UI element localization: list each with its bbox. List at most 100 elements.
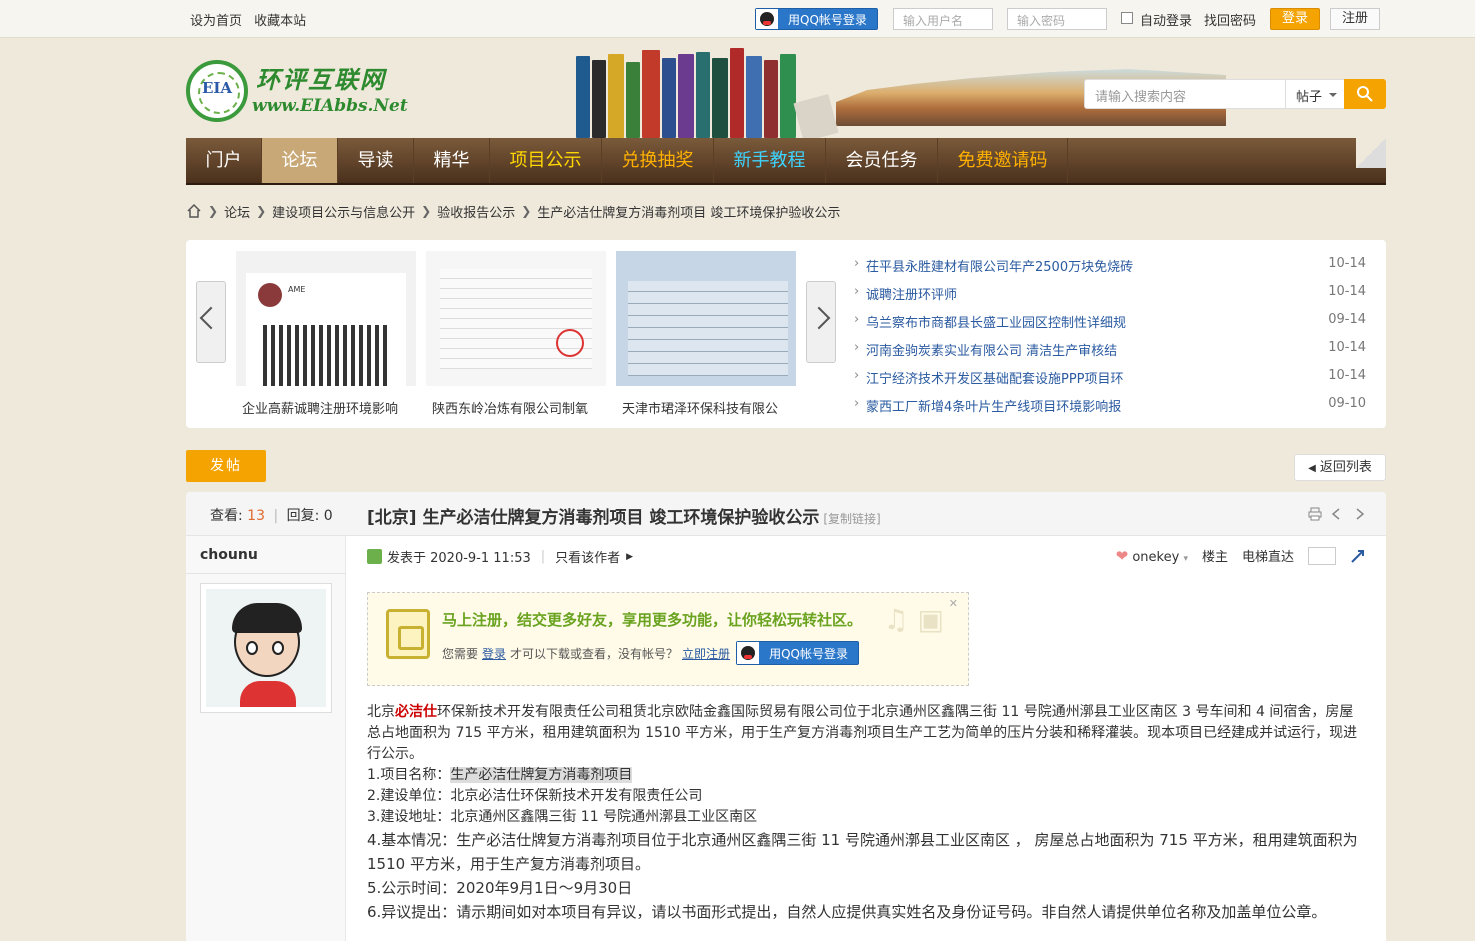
image-icon — [367, 549, 382, 564]
list-item[interactable]: 江宁经济技术开发区基础配套设施PPP项目环10-14 — [854, 368, 1366, 396]
slide-image[interactable]: AME — [236, 251, 416, 386]
home-icon[interactable] — [186, 203, 202, 219]
chevron-right-icon: ❯ — [208, 204, 219, 218]
main-nav: 门户 论坛 导读 精华 项目公示 兑换抽奖 新手教程 会员任务 免费邀请码 — [186, 138, 1386, 185]
view-count: 13 — [247, 508, 265, 524]
nav-invite-code[interactable]: 免费邀请码 — [938, 138, 1068, 183]
new-post-button[interactable]: 发帖 — [186, 450, 266, 482]
breadcrumb-subsection[interactable]: 验收报告公示 — [437, 202, 515, 221]
thread-stats: 查看: 13 | 回复: 0 — [210, 508, 333, 524]
notice-login-link[interactable]: 登录 — [482, 645, 506, 662]
nav-guide[interactable]: 导读 — [338, 138, 414, 183]
qq-icon — [756, 9, 778, 29]
breadcrumb-current[interactable]: 生产必洁仕牌复方消毒剂项目 竣工环境保护验收公示 — [537, 202, 840, 221]
list-item[interactable]: 河南金驹炭素实业有限公司 清洁生产审核结10-14 — [854, 340, 1366, 368]
chevron-right-icon: ❯ — [421, 204, 432, 218]
lock-icon — [386, 609, 430, 659]
top-links: 设为首页 收藏本站 — [190, 10, 314, 29]
nav-tutorial[interactable]: 新手教程 — [714, 138, 826, 183]
slide-caption[interactable]: 企业高薪诚聘注册环境影响 — [242, 398, 424, 417]
content-line: 2.建设单位：北京必洁仕环保新技术开发有限责任公司 — [367, 788, 703, 804]
nav-tasks[interactable]: 会员任务 — [826, 138, 938, 183]
nav-digest[interactable]: 精华 — [414, 138, 490, 183]
search-input[interactable]: 请输入搜索内容 — [1095, 86, 1186, 105]
notice-text: 您需要 登录 才可以下载或查看，没有帐号？ 立即注册 用QQ帐号登录 — [442, 641, 859, 665]
breadcrumb-forum[interactable]: 论坛 — [224, 202, 250, 221]
login-notice: 马上注册，结交更多好友，享用更多功能，让你轻松玩转社区。 您需要 登录 才可以下… — [367, 592, 969, 686]
print-icon[interactable] — [1308, 507, 1322, 521]
notice-headline: 马上注册，结交更多好友，享用更多功能，让你轻松玩转社区。 — [442, 611, 863, 629]
notice-qq-login-button[interactable]: 用QQ帐号登录 — [736, 641, 859, 665]
floor-jump-input[interactable] — [1308, 546, 1336, 565]
nav-lottery[interactable]: 兑换抽奖 — [602, 138, 714, 183]
bookmark-link[interactable]: 收藏本站 — [254, 14, 306, 29]
post-meta: 发表于 2020-9-1 11:53 | 只看该作者 ▶ — [367, 547, 633, 566]
top-bar: 设为首页 收藏本站 用QQ帐号登录 输入用户名 输入密码 自动登录 找回密码 登… — [0, 0, 1475, 38]
site-logo[interactable]: EIA 环评互联网 www.EIAbbs.Net — [186, 58, 408, 124]
search-box: 请输入搜索内容 帖子 — [1084, 79, 1386, 109]
register-button[interactable]: 注册 — [1330, 8, 1380, 30]
author-name[interactable]: chounu — [200, 547, 258, 563]
search-icon — [1357, 86, 1373, 102]
copy-link-button[interactable]: [复制链接] — [823, 512, 880, 526]
auto-login-label: 自动登录 — [1140, 14, 1193, 29]
set-home-link[interactable]: 设为首页 — [190, 14, 242, 29]
content-paragraph: 北京必洁仕环保新技术开发有限责任公司租赁北京欧陆金鑫国际贸易有限公司位于北京通州… — [367, 704, 1358, 762]
heart-icon: ❤ — [1115, 546, 1129, 565]
qq-login-button[interactable]: 用QQ帐号登录 — [755, 8, 878, 30]
nav-project-notice[interactable]: 项目公示 — [490, 138, 602, 183]
avatar[interactable] — [200, 583, 332, 713]
thread-header: 查看: 13 | 回复: 0 [北京] 生产必洁仕牌复方消毒剂项目 竣工环境保护… — [186, 492, 1386, 536]
slide-caption[interactable]: 天津市珺泽环保科技有限公 — [622, 398, 804, 417]
nav-portal[interactable]: 门户 — [186, 138, 262, 183]
find-password-link[interactable]: 找回密码 — [1204, 10, 1256, 29]
search-scope-select[interactable]: 帖子 — [1285, 80, 1345, 108]
list-item[interactable]: 茌平县永胜建材有限公司年产2500万块免烧砖10-14 — [854, 256, 1366, 284]
logo-name: 环评互联网 — [256, 65, 386, 94]
slide-image[interactable] — [426, 251, 606, 386]
go-icon[interactable] — [1350, 548, 1366, 564]
content-line: 3.建设地址：北京通州区鑫隅三街 11 号院通州漷县工业区南区 — [367, 809, 758, 825]
prev-thread-icon[interactable] — [1330, 507, 1344, 521]
slide-caption[interactable]: 陕西东岭冶炼有限公司制氧 — [432, 398, 614, 417]
caret-right-icon: ▶ — [626, 551, 634, 562]
chevron-left-icon — [199, 306, 223, 330]
logo-badge: EIA — [201, 79, 233, 97]
search-button[interactable] — [1344, 79, 1386, 109]
breadcrumb-section[interactable]: 建设项目公示与信息公开 — [272, 202, 415, 221]
chevron-right-icon: ❯ — [521, 204, 532, 218]
only-author-link[interactable]: 只看该作者 — [555, 547, 620, 566]
slider-prev-button[interactable] — [196, 281, 226, 363]
post-meta-right: ❤ onekey ▾ 楼主 电梯直达 — [1116, 546, 1366, 565]
elevator-label: 电梯直达 — [1241, 550, 1294, 565]
nav-corner-fold — [1356, 138, 1386, 168]
list-item[interactable]: 诚聘注册环评师10-14 — [854, 284, 1366, 312]
chevron-right-icon: ❯ — [256, 204, 267, 218]
reply-count: 0 — [323, 508, 333, 524]
list-item[interactable]: 蒙西工厂新增4条叶片生产线项目环境影响报09-10 — [854, 396, 1366, 424]
content-line: 5.公示时间：2020年9月1日～9月30日 — [367, 879, 633, 897]
notice-register-link[interactable]: 立即注册 — [682, 645, 730, 662]
chevron-right-icon — [807, 306, 831, 330]
content-line: 4.基本情况：生产必洁仕牌复方消毒剂项目位于北京通州区鑫隅三街 11 号院通州漷… — [367, 831, 1358, 873]
thread-panel: 查看: 13 | 回复: 0 [北京] 生产必洁仕牌复方消毒剂项目 竣工环境保护… — [186, 492, 1386, 941]
username-input[interactable]: 输入用户名 — [893, 8, 993, 30]
next-thread-icon[interactable] — [1352, 507, 1366, 521]
logo-url: www.EIAbbs.Net — [252, 96, 408, 116]
close-icon[interactable]: ✕ — [949, 597, 958, 610]
media-decoration-icon: ♫ ▣ — [883, 603, 944, 636]
user-menu[interactable]: ❤ onekey ▾ — [1116, 547, 1188, 565]
password-input[interactable]: 输入密码 — [1007, 8, 1107, 30]
slider-next-button[interactable] — [806, 281, 836, 363]
back-to-list-button[interactable]: ◀ 返回列表 — [1294, 454, 1386, 481]
auto-login-checkbox[interactable] — [1121, 12, 1133, 24]
featured-slider: AME 企业高薪诚聘注册环境影响 陕西东岭冶炼有限公司制氧 天津市珺泽环保科技有… — [186, 240, 1386, 428]
list-item[interactable]: 乌兰察布市商都县长盛工业园区控制性详细规09-14 — [854, 312, 1366, 340]
nav-forum[interactable]: 论坛 — [262, 138, 338, 183]
post-content: 北京必洁仕环保新技术开发有限责任公司租赁北京欧陆金鑫国际贸易有限公司位于北京通州… — [367, 702, 1367, 924]
content-line: 1.项目名称：生产必洁仕牌复方消毒剂项目 — [367, 767, 633, 783]
author-sidebar: chounu — [186, 536, 346, 941]
login-button[interactable]: 登录 — [1270, 8, 1320, 30]
slide-image[interactable] — [616, 251, 796, 386]
post-time: 发表于 2020-9-1 11:53 — [387, 551, 531, 566]
